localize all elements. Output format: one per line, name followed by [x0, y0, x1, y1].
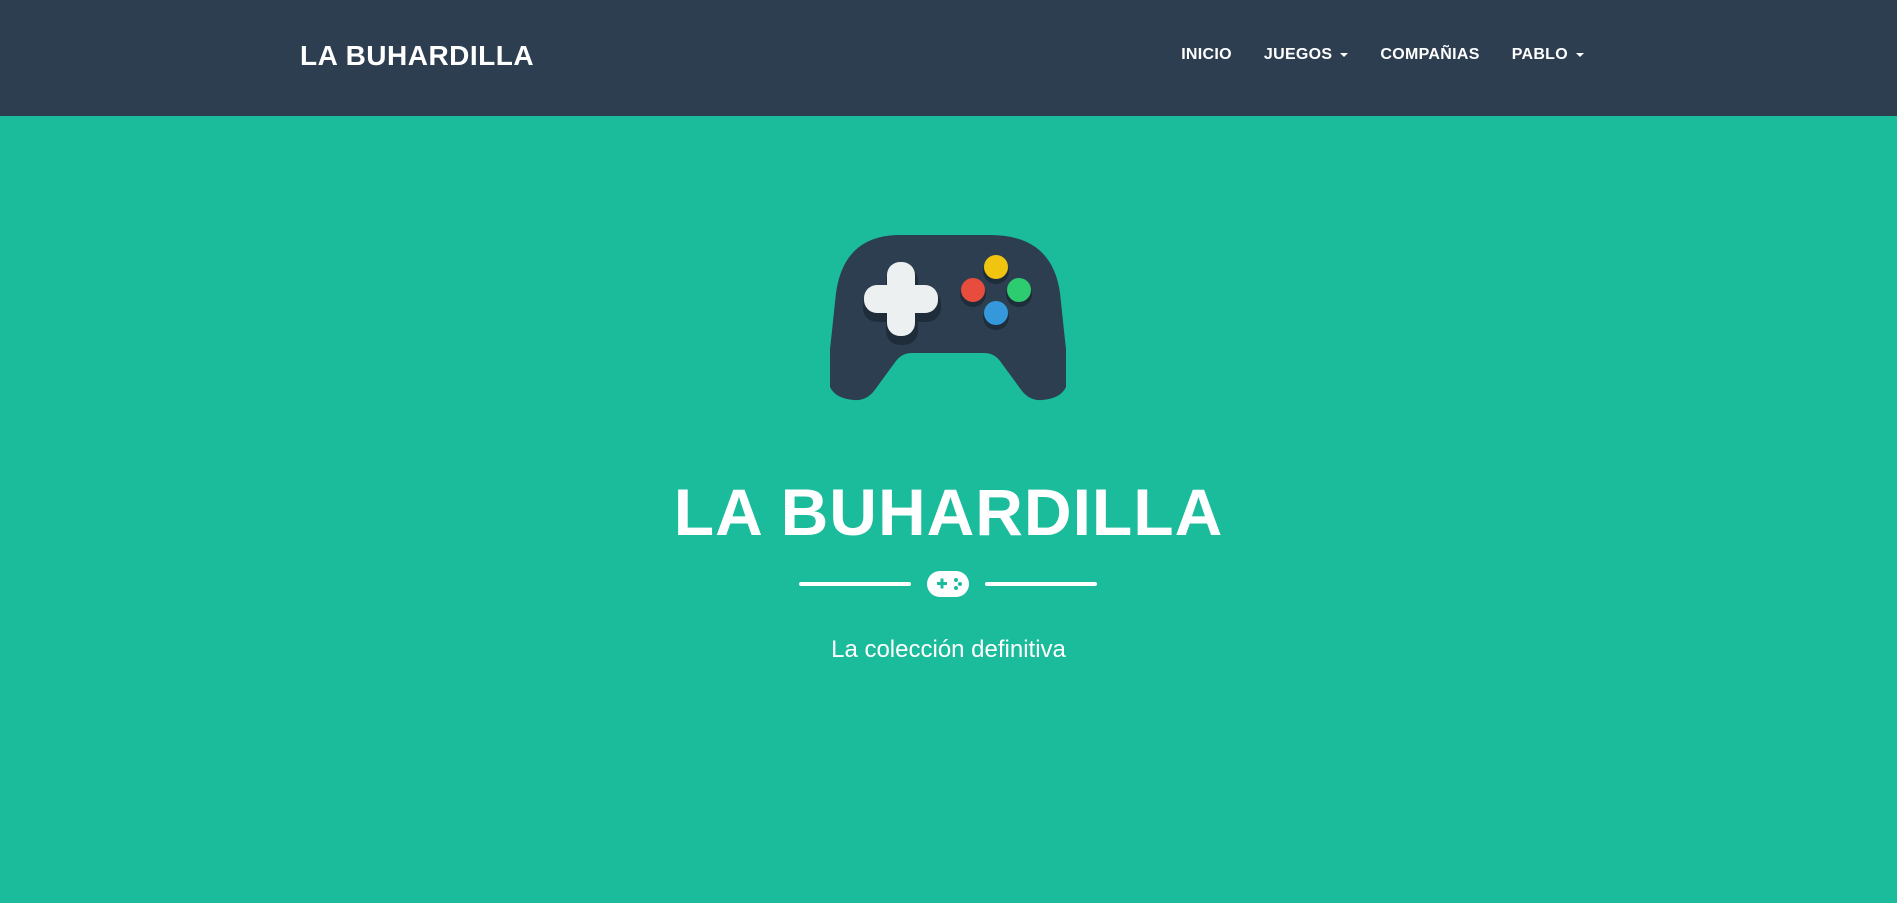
- title-divider: [799, 570, 1097, 598]
- caret-down-icon: [1340, 53, 1349, 57]
- gamepad-icon: [830, 235, 1066, 401]
- hero-title: LA BUHARDILLA: [673, 475, 1224, 549]
- nav-item-label: COMPAÑIAS: [1380, 46, 1480, 63]
- nav-item-label: PABLO: [1511, 46, 1568, 63]
- nav-item-companias[interactable]: COMPAÑIAS: [1364, 45, 1495, 65]
- nav-item-inicio[interactable]: INICIO: [1165, 45, 1248, 65]
- nav-item-label: INICIO: [1181, 46, 1232, 63]
- nav-item-user-dropdown[interactable]: PABLO: [1496, 45, 1584, 65]
- divider-line-right: [985, 582, 1097, 586]
- brand-link[interactable]: LA BUHARDILLA: [300, 39, 534, 73]
- hero-subtitle: La colección definitiva: [831, 636, 1066, 663]
- nav-item-label: JUEGOS: [1263, 46, 1333, 63]
- gamepad-icon: [927, 571, 969, 597]
- caret-down-icon: [1576, 53, 1584, 57]
- nav-links: INICIO JUEGOS COMPAÑIAS PABLO: [1165, 45, 1584, 65]
- navbar: LA BUHARDILLA INICIO JUEGOS COMPAÑIAS PA…: [0, 0, 1897, 116]
- divider-line-left: [799, 582, 911, 586]
- nav-item-juegos-dropdown[interactable]: JUEGOS: [1248, 45, 1365, 65]
